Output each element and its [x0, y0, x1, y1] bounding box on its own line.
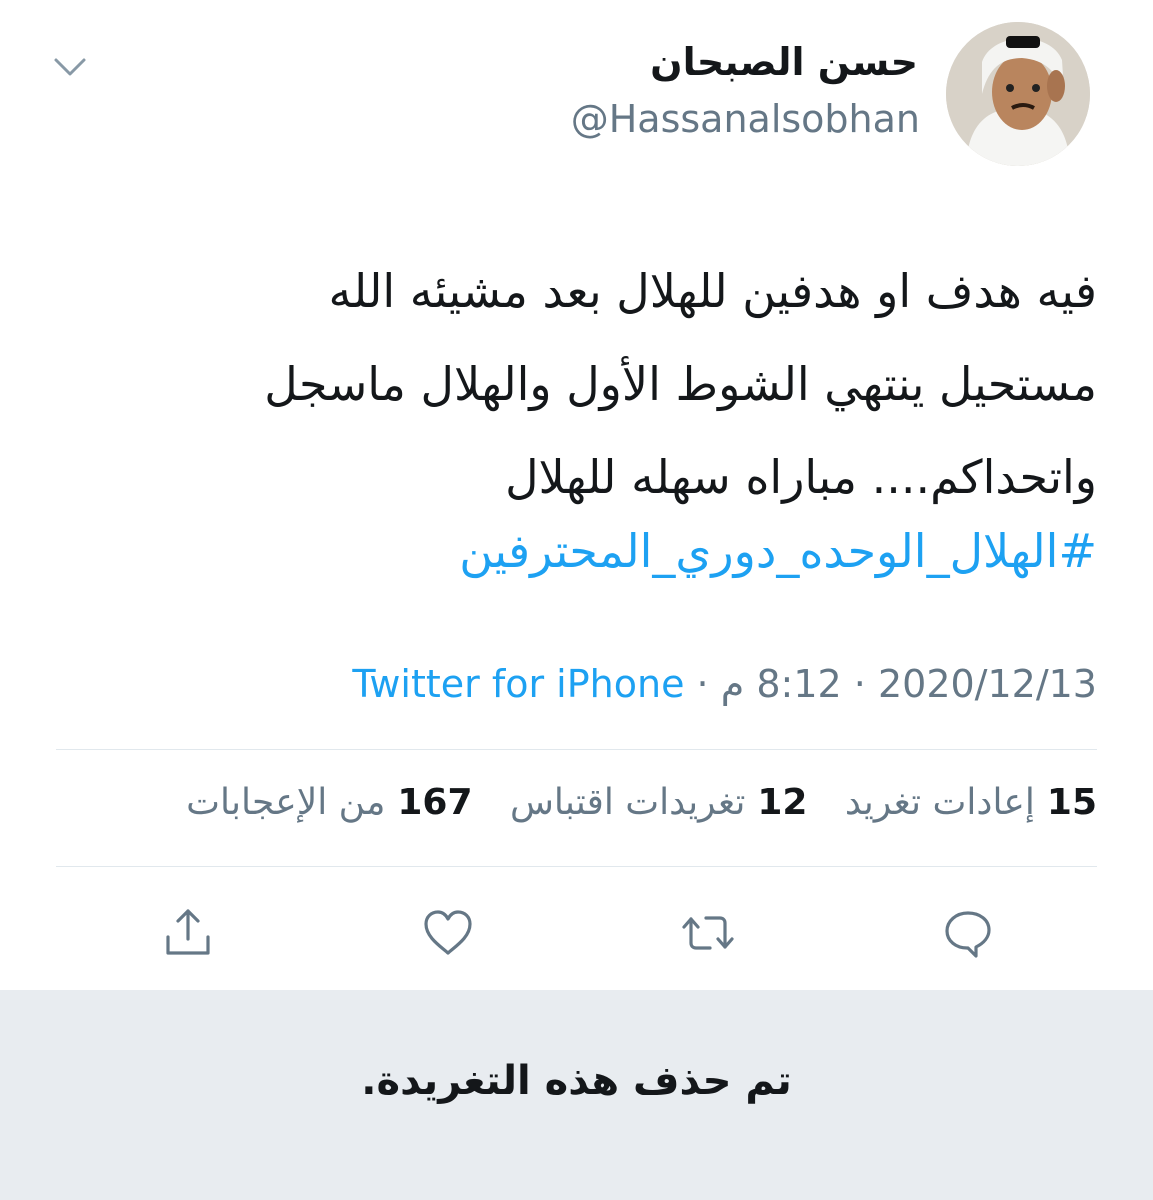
- reply-icon[interactable]: [940, 905, 996, 961]
- tweet-text-line: فيه هدف او هدفين للهلال بعد مشيئه الله: [328, 264, 1097, 318]
- tweet-detail: حسن الصبحان @Hassanalsobhan فيه هدف او ه…: [0, 0, 1153, 990]
- retweets-stat[interactable]: 15 إعادات تغريد: [845, 782, 1097, 823]
- meta-separator: ·: [853, 662, 866, 706]
- tweet-time: 8:12 م: [720, 662, 842, 706]
- retweet-icon[interactable]: [680, 905, 736, 961]
- deleted-tweet-notice: تم حذف هذه التغريدة.: [361, 1058, 792, 1104]
- hashtag-link[interactable]: #الهلال_الوحده_دوري_المحترفين: [459, 524, 1097, 578]
- author-handle[interactable]: @Hassanalsobhan: [571, 97, 920, 141]
- deleted-tweet-panel: تم حذف هذه التغريدة.: [0, 990, 1153, 1200]
- quotes-count: 12: [757, 782, 808, 823]
- tweet-text: فيه هدف او هدفين للهلال بعد مشيئه الله م…: [37, 245, 1097, 524]
- avatar[interactable]: [946, 22, 1090, 166]
- tweet-stats: 15 إعادات تغريد 12 تغريدات اقتباس 167 من ال…: [160, 782, 1097, 823]
- divider: [56, 749, 1097, 750]
- retweets-count: 15: [1046, 782, 1097, 823]
- chevron-down-icon[interactable]: [52, 52, 88, 82]
- divider: [56, 866, 1097, 867]
- likes-label: من الإعجابات: [186, 782, 386, 823]
- like-icon[interactable]: [420, 905, 476, 961]
- likes-stat[interactable]: 167 من الإعجابات: [186, 782, 472, 823]
- likes-count: 167: [397, 782, 473, 823]
- meta-separator: ·: [696, 662, 709, 706]
- tweet-meta: Twitter for iPhone · 8:12 م · 2020/12/13: [352, 662, 1097, 706]
- source-link[interactable]: Twitter for iPhone: [352, 662, 684, 706]
- author-display-name[interactable]: حسن الصبحان: [650, 40, 918, 84]
- tweet-text-line: واتحداكم.... مباراه سهله للهلال: [505, 450, 1097, 504]
- share-icon[interactable]: [160, 905, 216, 961]
- tweet-date: 2020/12/13: [877, 662, 1097, 706]
- quotes-label: تغريدات اقتباس: [509, 782, 746, 823]
- quotes-stat[interactable]: 12 تغريدات اقتباس: [510, 782, 807, 823]
- tweet-text-line: مستحيل ينتهي الشوط الأول والهلال ماسجل: [264, 357, 1097, 411]
- retweets-label: إعادات تغريد: [844, 782, 1035, 823]
